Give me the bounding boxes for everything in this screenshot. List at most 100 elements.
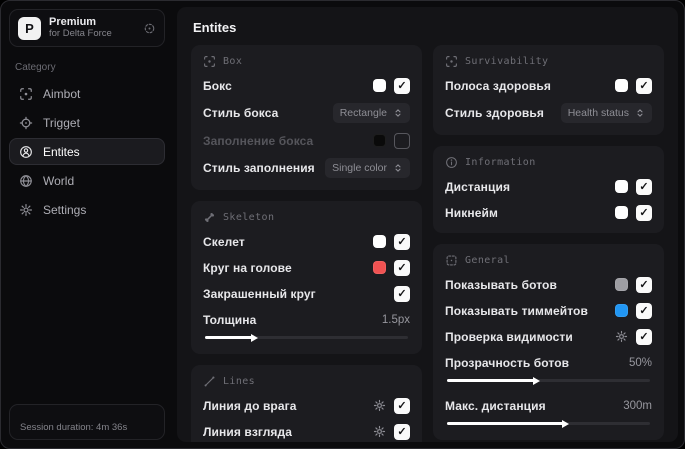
sidebar-item-aimbot[interactable]: Aimbot — [9, 80, 165, 107]
brand-subtitle: for Delta Force — [49, 27, 112, 39]
sidebar-item-label: Aimbot — [43, 86, 81, 101]
setting-row-box-fill: Заполнение бокса — [203, 132, 410, 149]
brand-title: Premium — [49, 16, 97, 29]
setting-row-nickname: Никнейм — [445, 204, 652, 221]
unfold-icon — [635, 108, 645, 118]
main-panel: Entites Box Бокс ✓ Стиль бокса Rectangle… — [177, 7, 678, 442]
checkbox[interactable] — [394, 233, 410, 250]
sidebar-item-label: Trigget — [43, 115, 80, 130]
sidebar-item-world[interactable]: World — [9, 167, 165, 194]
card-lines: Lines Линия до врага Линия взгляда — [191, 365, 422, 442]
card-box: Box Бокс Стиль бокса Rectangle — [191, 45, 422, 190]
card-title: Lines — [223, 376, 256, 387]
sidebar-item-label: Settings — [43, 202, 87, 217]
card-title: Survivability — [465, 56, 549, 67]
checkbox[interactable] — [636, 302, 652, 319]
line-icon — [203, 375, 216, 388]
color-swatch[interactable] — [615, 206, 628, 219]
color-swatch[interactable] — [373, 261, 386, 274]
category-label: Category — [15, 62, 56, 73]
sidebar-item-settings[interactable]: Settings — [9, 196, 165, 223]
color-swatch[interactable] — [615, 304, 628, 317]
thickness-value: 1.5px — [381, 313, 410, 326]
setting-row-enemy-line: Линия до врага — [203, 397, 410, 414]
color-swatch[interactable] — [373, 235, 386, 248]
unfold-icon — [393, 163, 403, 173]
color-swatch[interactable] — [373, 134, 386, 147]
color-swatch[interactable] — [373, 79, 386, 92]
app-window: P Premium for Delta Force Category Aimbo… — [0, 0, 685, 449]
unfold-icon — [393, 108, 403, 118]
card-title: General — [465, 255, 510, 266]
sidebar-nav: Aimbot Trigget Entites World Settings — [9, 80, 165, 223]
max-distance-value: 300m — [623, 399, 652, 412]
page-title: Entites — [193, 20, 237, 35]
checkbox[interactable] — [394, 285, 410, 302]
color-swatch[interactable] — [615, 180, 628, 193]
grid-icon — [445, 254, 458, 267]
bot-opacity-value: 50% — [628, 356, 652, 369]
setting-row-bot-opacity: Прозрачность ботов 50% — [445, 355, 652, 370]
setting-row-show-bots: Показывать ботов — [445, 276, 652, 293]
card-information: Information Дистанция Никнейм — [433, 146, 664, 233]
fill-style-select[interactable]: Single color — [325, 158, 410, 178]
setting-row-thickness: Толщина 1.5px — [203, 312, 410, 327]
survivability-icon — [445, 55, 458, 68]
health-style-select[interactable]: Health status — [560, 103, 652, 123]
brand-card: P Premium for Delta Force — [9, 9, 165, 47]
checkbox[interactable] — [394, 77, 410, 94]
setting-row-max-distance: Макс. дистанция 300m — [445, 398, 652, 413]
app-logo: P — [18, 16, 41, 40]
setting-row-filled-circle: Закрашенный круг — [203, 285, 410, 302]
card-title: Skeleton — [223, 212, 275, 223]
setting-row-skeleton: Скелет — [203, 233, 410, 250]
entities-icon — [19, 145, 33, 159]
max-distance-slider[interactable] — [447, 422, 650, 425]
color-swatch[interactable] — [615, 278, 628, 291]
checkbox[interactable] — [394, 397, 410, 414]
card-survivability: Survivability Полоса здоровья Стиль здор… — [433, 45, 664, 135]
sidebar-item-label: Entites — [43, 144, 80, 159]
bot-opacity-slider[interactable] — [447, 379, 650, 382]
sidebar-item-trigget[interactable]: Trigget — [9, 109, 165, 136]
setting-row-show-teammates: Показывать тиммейтов — [445, 302, 652, 319]
checkbox[interactable] — [636, 204, 652, 221]
trigger-icon — [19, 116, 33, 130]
checkbox[interactable] — [394, 423, 410, 440]
setting-row-box: Бокс — [203, 77, 410, 94]
info-icon — [445, 156, 458, 169]
sidebar: P Premium for Delta Force Category Aimbo… — [1, 1, 173, 448]
sidebar-item-label: World — [43, 173, 75, 188]
session-duration-card: Session duration: 4m 36s — [9, 404, 165, 440]
thickness-slider[interactable] — [205, 336, 408, 339]
session-duration-label: Session duration: 4m 36s — [20, 422, 128, 433]
card-title: Box — [223, 56, 243, 67]
sidebar-item-entites[interactable]: Entites — [9, 138, 165, 165]
gear-icon — [19, 203, 33, 217]
gear-icon[interactable] — [373, 399, 386, 412]
setting-row-box-style: Стиль бокса Rectangle — [203, 103, 410, 123]
card-skeleton: Skeleton Скелет Круг на голове — [191, 201, 422, 354]
setting-row-head-circle: Круг на голове — [203, 259, 410, 276]
aimbot-icon — [19, 87, 33, 101]
box-style-select[interactable]: Rectangle — [332, 103, 410, 123]
checkbox[interactable] — [636, 276, 652, 293]
setting-row-fill-style: Стиль заполнения Single color — [203, 158, 410, 178]
setting-row-view-line: Линия взгляда — [203, 423, 410, 440]
setting-row-health-style: Стиль здоровья Health status — [445, 103, 652, 123]
globe-icon — [19, 174, 33, 188]
bone-icon — [203, 211, 216, 224]
checkbox[interactable] — [636, 77, 652, 94]
card-title: Information — [465, 157, 536, 168]
checkbox[interactable] — [394, 259, 410, 276]
setting-row-visibility-check: Проверка видимости — [445, 328, 652, 345]
box-icon — [203, 55, 216, 68]
sync-icon[interactable] — [143, 22, 156, 35]
gear-icon[interactable] — [615, 330, 628, 343]
gear-icon[interactable] — [373, 425, 386, 438]
checkbox[interactable] — [394, 132, 410, 149]
checkbox[interactable] — [636, 178, 652, 195]
setting-row-distance: Дистанция — [445, 178, 652, 195]
color-swatch[interactable] — [615, 79, 628, 92]
checkbox[interactable] — [636, 328, 652, 345]
